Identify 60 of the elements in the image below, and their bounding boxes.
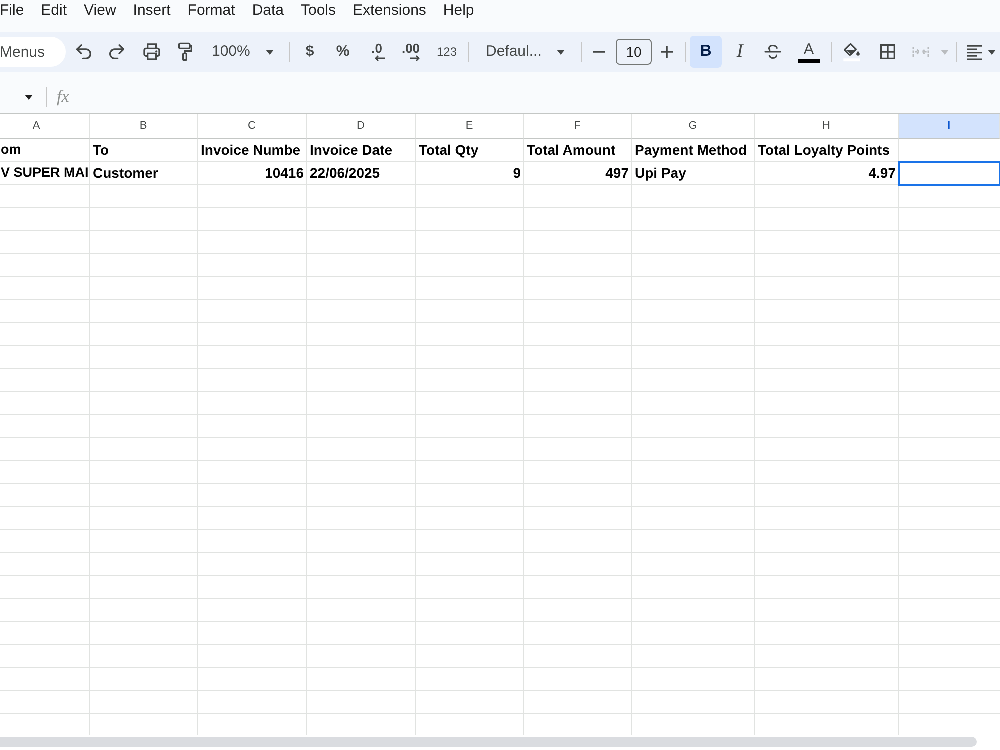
table-cell[interactable]: 497	[524, 162, 632, 184]
bold-button[interactable]: B	[690, 36, 722, 68]
horizontal-scrollbar[interactable]	[0, 737, 977, 747]
print-icon[interactable]	[142, 42, 162, 62]
color-bar-icon	[798, 58, 820, 62]
arrow-right-icon	[409, 54, 421, 62]
table-cell[interactable]: Total Qty	[416, 139, 524, 161]
menu-item[interactable]: File	[0, 1, 24, 21]
font-size-field[interactable]: 10	[616, 39, 652, 65]
italic-button[interactable]: I	[724, 36, 756, 68]
table-cell[interactable]: 22/06/2025	[307, 162, 416, 184]
currency-format-button[interactable]: $	[294, 36, 326, 68]
spreadsheet-grid[interactable]: A B C D E F G H I om To Invoice Numbe Invoice Date Total Qty Total Amount Payment Method Total Loyalty Points V SUPER MAI Customer 10416 22/06/2025 9 497 Upi Pay 4.97	[0, 113, 1000, 735]
menu-item[interactable]: View	[84, 1, 116, 21]
active-cell[interactable]	[900, 163, 999, 184]
strikethrough-icon[interactable]	[763, 42, 783, 62]
table-cell[interactable]: Payment Method	[632, 139, 755, 161]
table-cell[interactable]: To	[90, 139, 198, 161]
plus-icon[interactable]	[659, 44, 675, 60]
column-header[interactable]: H	[755, 114, 899, 139]
table-cell[interactable]: Total Amount	[524, 139, 632, 161]
increase-decimal-button[interactable]: .00	[395, 36, 427, 68]
undo-icon[interactable]	[74, 42, 94, 62]
table-cell[interactable]: Upi Pay	[632, 162, 755, 184]
decrease-decimal-button[interactable]: .0	[361, 36, 393, 68]
menu-item[interactable]: Format	[188, 1, 236, 21]
table-cell[interactable]: Customer	[90, 162, 198, 184]
menu-item[interactable]: Insert	[133, 1, 171, 21]
column-header[interactable]: F	[524, 114, 632, 139]
column-header[interactable]: E	[416, 114, 524, 139]
function-label: fx	[57, 87, 70, 107]
table-cell[interactable]: om	[0, 139, 90, 161]
menu-item[interactable]: Tools	[301, 1, 336, 21]
table-cell[interactable]: Invoice Numbe	[198, 139, 307, 161]
zoom-select[interactable]: 100%	[204, 36, 282, 68]
arrow-left-icon	[374, 54, 386, 62]
redo-icon[interactable]	[107, 42, 127, 62]
column-header[interactable]: I	[899, 114, 1000, 139]
menu-search-field[interactable]: Menus	[0, 37, 66, 67]
column-header[interactable]: B	[90, 114, 198, 139]
paint-bucket-icon[interactable]	[842, 42, 862, 62]
table-cell[interactable]: 10416	[198, 162, 307, 184]
table-cell[interactable]: Invoice Date	[307, 139, 416, 161]
borders-icon[interactable]	[878, 42, 898, 62]
font-select[interactable]: Defaul...	[473, 36, 575, 68]
column-header[interactable]: D	[307, 114, 416, 139]
column-header[interactable]: C	[198, 114, 307, 139]
percent-format-button[interactable]: %	[327, 36, 359, 68]
table-cell[interactable]: V SUPER MAI	[0, 162, 90, 184]
table-cell[interactable]: Total Loyalty Points	[755, 139, 899, 161]
menu-item[interactable]: Help	[443, 1, 474, 21]
table-cell[interactable]: 9	[416, 162, 524, 184]
more-formats-button[interactable]: 123	[430, 36, 464, 68]
menu-item[interactable]: Extensions	[353, 1, 426, 21]
menu-item[interactable]: Data	[252, 1, 284, 21]
text-color-button[interactable]: A	[793, 36, 825, 68]
column-header[interactable]: G	[632, 114, 755, 139]
column-header[interactable]: A	[0, 114, 90, 139]
menu-item[interactable]: Edit	[41, 1, 68, 21]
table-cell[interactable]: 4.97	[755, 162, 899, 184]
